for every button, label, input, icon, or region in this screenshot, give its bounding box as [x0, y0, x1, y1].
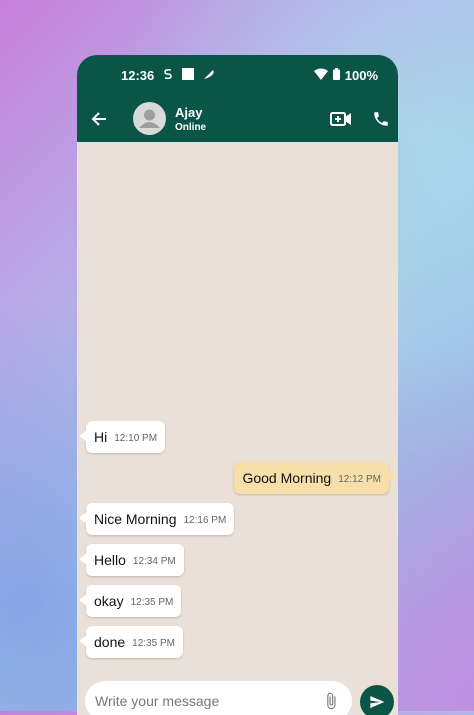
arrow-back-icon: [91, 112, 106, 126]
message-time: 12:16 PM: [183, 515, 227, 526]
status-right: 100%: [313, 67, 378, 83]
status-bar: 12:36 100%: [77, 55, 398, 95]
send-icon: [370, 696, 385, 708]
incoming-message[interactable]: Nice Morning 12:16 PM: [78, 503, 235, 535]
paperclip-icon: [327, 692, 336, 710]
incoming-message[interactable]: okay 12:35 PM: [78, 585, 182, 617]
message-time: 12:35 PM: [132, 638, 175, 649]
message-time: 12:35 PM: [130, 597, 174, 608]
phone-screen: 12:36 100% Ajay Online Hi 12:10 PM Good …: [77, 55, 398, 715]
message-time: 12:12 PM: [338, 474, 381, 485]
square-notification-icon: [182, 67, 195, 83]
person-icon: [139, 109, 160, 128]
feather-icon: [203, 68, 215, 83]
message-text: Hello: [94, 552, 126, 568]
chat-header: Ajay Online: [77, 95, 398, 142]
incoming-message[interactable]: Hello 12:34 PM: [79, 544, 184, 576]
incoming-message[interactable]: Hi 12:10 PM: [78, 421, 166, 453]
message-text: Good Morning: [242, 470, 332, 486]
attach-button[interactable]: [320, 690, 342, 712]
status-left: 12:36: [121, 67, 215, 83]
video-call-button[interactable]: [329, 107, 353, 131]
back-button[interactable]: [87, 107, 111, 131]
message-text: okay: [94, 593, 124, 609]
sync-icon: [163, 68, 173, 83]
video-call-icon: [330, 112, 351, 126]
battery-level: 100%: [344, 67, 378, 83]
wifi-icon: [313, 68, 328, 83]
voice-call-button[interactable]: [369, 107, 393, 131]
contact-status: Online: [175, 122, 207, 133]
message-text: Nice Morning: [94, 511, 177, 527]
message-composer: [85, 680, 352, 715]
incoming-message[interactable]: done 12:35 PM: [79, 626, 183, 658]
outgoing-message[interactable]: Good Morning 12:12 PM: [234, 462, 396, 494]
contact-name[interactable]: Ajay: [175, 105, 202, 120]
message-text: done: [94, 634, 126, 650]
status-time: 12:36: [121, 67, 155, 83]
message-input[interactable]: [93, 680, 320, 715]
avatar[interactable]: [133, 102, 166, 135]
message-list: Hi 12:10 PM Good Morning 12:12 PM Nice M…: [77, 142, 398, 682]
message-text: Hi: [94, 429, 108, 445]
message-time: 12:10 PM: [114, 433, 158, 444]
battery-icon: [332, 67, 340, 83]
phone-icon: [374, 112, 388, 126]
message-time: 12:34 PM: [132, 556, 176, 567]
